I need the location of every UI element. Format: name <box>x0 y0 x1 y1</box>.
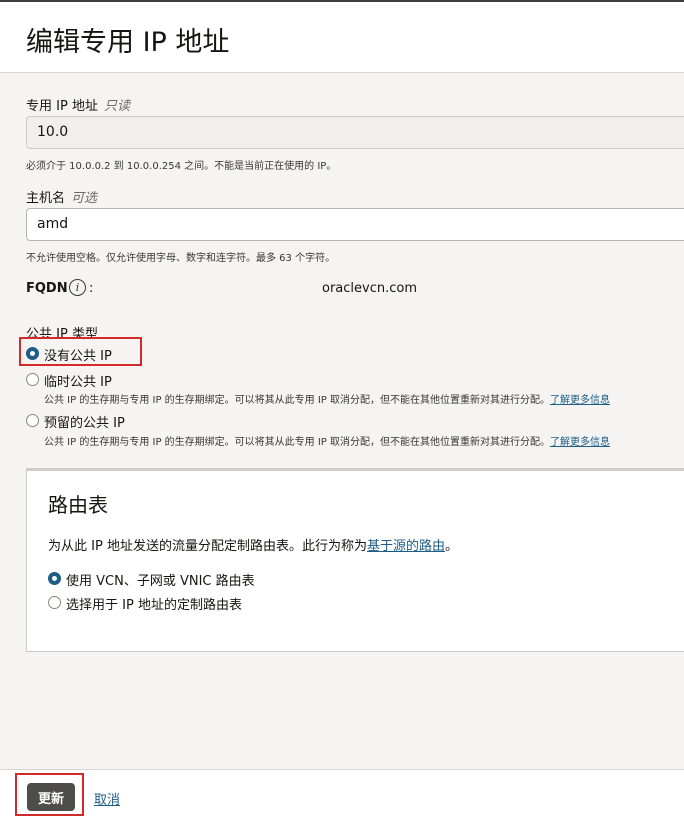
route-table-card: 路由表 为从此 IP 地址发送的流量分配定制路由表。此行为称为基于源的路由。 使… <box>26 468 684 652</box>
route-table-title: 路由表 <box>48 493 108 517</box>
route-table-description-suffix: 。 <box>444 539 458 554</box>
panel-footer: 更新 取消 <box>0 769 684 822</box>
radio-ephemeral-public-ip[interactable] <box>26 373 39 386</box>
private-ip-input[interactable]: 10.0 <box>26 116 684 149</box>
fqdn-value: oraclevcn.com <box>322 281 417 296</box>
hostname-label-text: 主机名 <box>26 191 66 206</box>
info-icon[interactable]: i <box>69 279 86 296</box>
cancel-link[interactable]: 取消 <box>94 789 120 808</box>
ephemeral-description: 公共 IP 的生存期与专用 IP 的生存期绑定。可以将其从此专用 IP 取消分配… <box>44 391 610 406</box>
fqdn-label: FQDN <box>26 281 68 296</box>
hostname-input[interactable]: amd <box>26 208 684 241</box>
radio-custom-route-table[interactable] <box>48 596 61 609</box>
ephemeral-learn-more-link[interactable]: 了解更多信息 <box>550 395 610 406</box>
private-ip-label-text: 专用 IP 地址 <box>26 99 98 114</box>
radio-reserved-public-ip[interactable] <box>26 414 39 427</box>
page-title: 编辑专用 IP 地址 <box>26 27 230 58</box>
private-ip-hint: 必须介于 10.0.0.2 到 10.0.0.254 之间。不能是当前正在使用的… <box>26 161 337 172</box>
radio-use-vcn-route-table-label[interactable]: 使用 VCN、子网或 VNIC 路由表 <box>66 570 255 589</box>
panel-header: 编辑专用 IP 地址 <box>0 2 684 73</box>
hostname-hint: 不允许使用空格。仅允许使用字母、数字和连字符。最多 63 个字符。 <box>26 253 336 264</box>
radio-use-vcn-route-table[interactable] <box>48 572 61 585</box>
private-ip-label: 专用 IP 地址 只读 <box>26 95 130 114</box>
reserved-description-text: 公共 IP 的生存期与专用 IP 的生存期绑定。可以将其从此专用 IP 取消分配… <box>44 437 551 448</box>
route-table-description-prefix: 为从此 IP 地址发送的流量分配定制路由表。此行为称为 <box>48 539 367 554</box>
reserved-description: 公共 IP 的生存期与专用 IP 的生存期绑定。可以将其从此专用 IP 取消分配… <box>44 433 610 448</box>
update-button[interactable]: 更新 <box>27 783 75 811</box>
fqdn-colon: : <box>89 281 94 296</box>
private-ip-qualifier: 只读 <box>103 99 130 114</box>
radio-ephemeral-public-ip-label[interactable]: 临时公共 IP <box>44 371 112 390</box>
route-table-description: 为从此 IP 地址发送的流量分配定制路由表。此行为称为基于源的路由。 <box>48 535 458 554</box>
hostname-qualifier: 可选 <box>71 191 98 206</box>
radio-custom-route-table-label[interactable]: 选择用于 IP 地址的定制路由表 <box>66 594 242 613</box>
reserved-learn-more-link[interactable]: 了解更多信息 <box>550 437 610 448</box>
hostname-label: 主机名 可选 <box>26 187 97 206</box>
highlight-box-public-ip <box>19 337 142 366</box>
ephemeral-description-text: 公共 IP 的生存期与专用 IP 的生存期绑定。可以将其从此专用 IP 取消分配… <box>44 395 551 406</box>
radio-reserved-public-ip-label[interactable]: 预留的公共 IP <box>44 412 125 431</box>
source-based-routing-link[interactable]: 基于源的路由 <box>367 539 445 554</box>
